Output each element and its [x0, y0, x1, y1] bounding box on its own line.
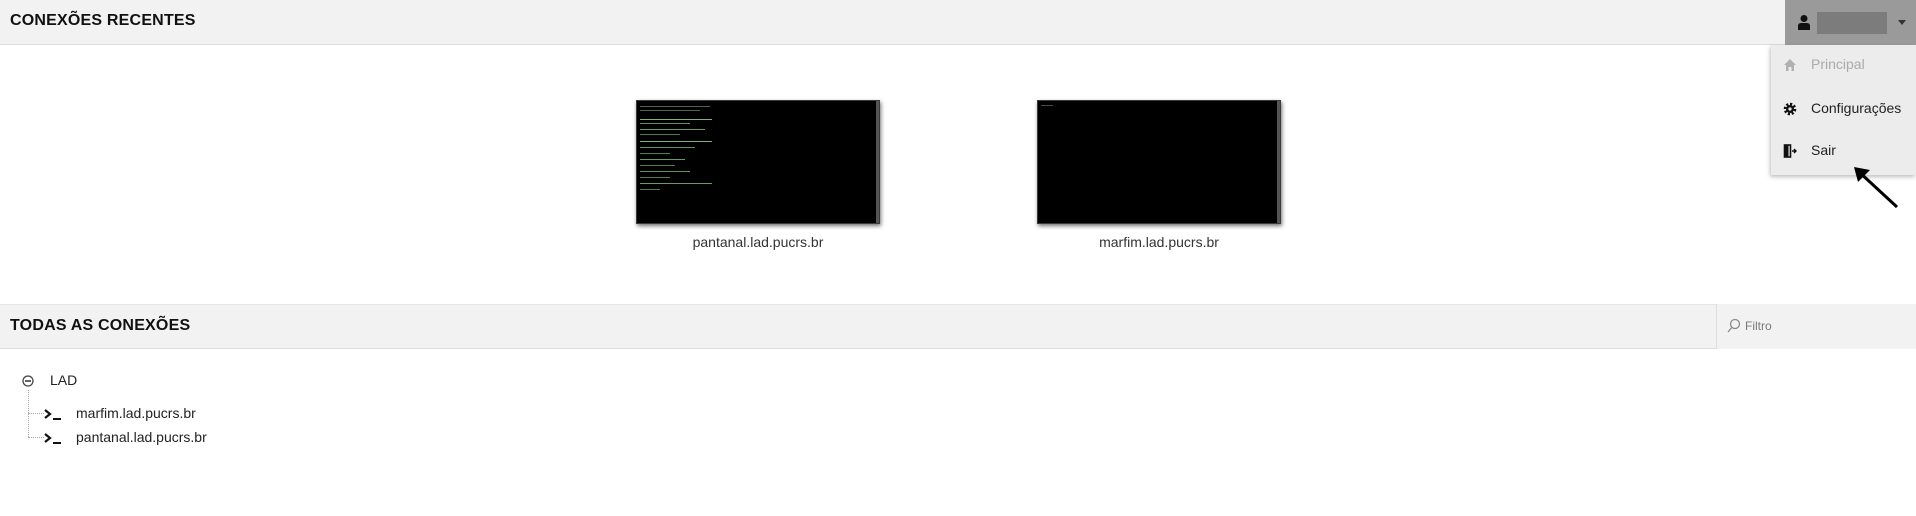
connection-thumbnail [1037, 100, 1281, 224]
recent-connections-header: CONEXÕES RECENTES [0, 0, 1916, 45]
menu-item-sair-label: Sair [1811, 142, 1836, 158]
logout-icon [1783, 144, 1797, 158]
tree-connector [28, 413, 44, 414]
recent-connection-label: marfim.lad.pucrs.br [1099, 234, 1219, 250]
recent-connection-label: pantanal.lad.pucrs.br [692, 234, 824, 250]
menu-item-sair[interactable]: Sair [1771, 133, 1916, 169]
tree-item-label: pantanal.lad.pucrs.br [76, 429, 207, 445]
tree-item-label: marfim.lad.pucrs.br [76, 405, 196, 421]
menu-item-configuracoes-label: Configurações [1811, 100, 1902, 116]
recent-connection-pantanal[interactable]: pantanal.lad.pucrs.br [636, 100, 880, 250]
recent-connection-marfim[interactable]: marfim.lad.pucrs.br [1037, 100, 1281, 250]
menu-item-configuracoes[interactable]: Configurações [1771, 91, 1916, 127]
filter-input[interactable] [1745, 314, 1910, 338]
gear-icon [1783, 102, 1797, 116]
annotation-arrow-icon [1854, 167, 1899, 209]
home-icon [1784, 59, 1796, 71]
terminal-icon [44, 409, 61, 420]
all-connections-header: TODAS AS CONEXÕES [0, 304, 1916, 349]
caret-down-icon [1898, 20, 1906, 25]
collapse-icon[interactable] [22, 375, 34, 387]
tree-connector [28, 437, 44, 438]
connection-thumbnail [636, 100, 880, 224]
user-dropdown-menu: Principal Configurações Sair [1771, 45, 1916, 175]
tree-group-label: LAD [50, 372, 78, 388]
menu-item-principal-label: Principal [1811, 56, 1865, 72]
recent-connections-title: CONEXÕES RECENTES [10, 12, 196, 29]
menu-item-principal[interactable]: Principal [1771, 47, 1916, 83]
user-menu-button[interactable] [1785, 0, 1916, 45]
user-icon [1798, 15, 1810, 30]
search-icon [1727, 318, 1741, 333]
username-redacted [1817, 12, 1887, 34]
terminal-icon [44, 433, 61, 444]
filter-box [1716, 304, 1916, 349]
all-connections-title: TODAS AS CONEXÕES [10, 317, 191, 334]
